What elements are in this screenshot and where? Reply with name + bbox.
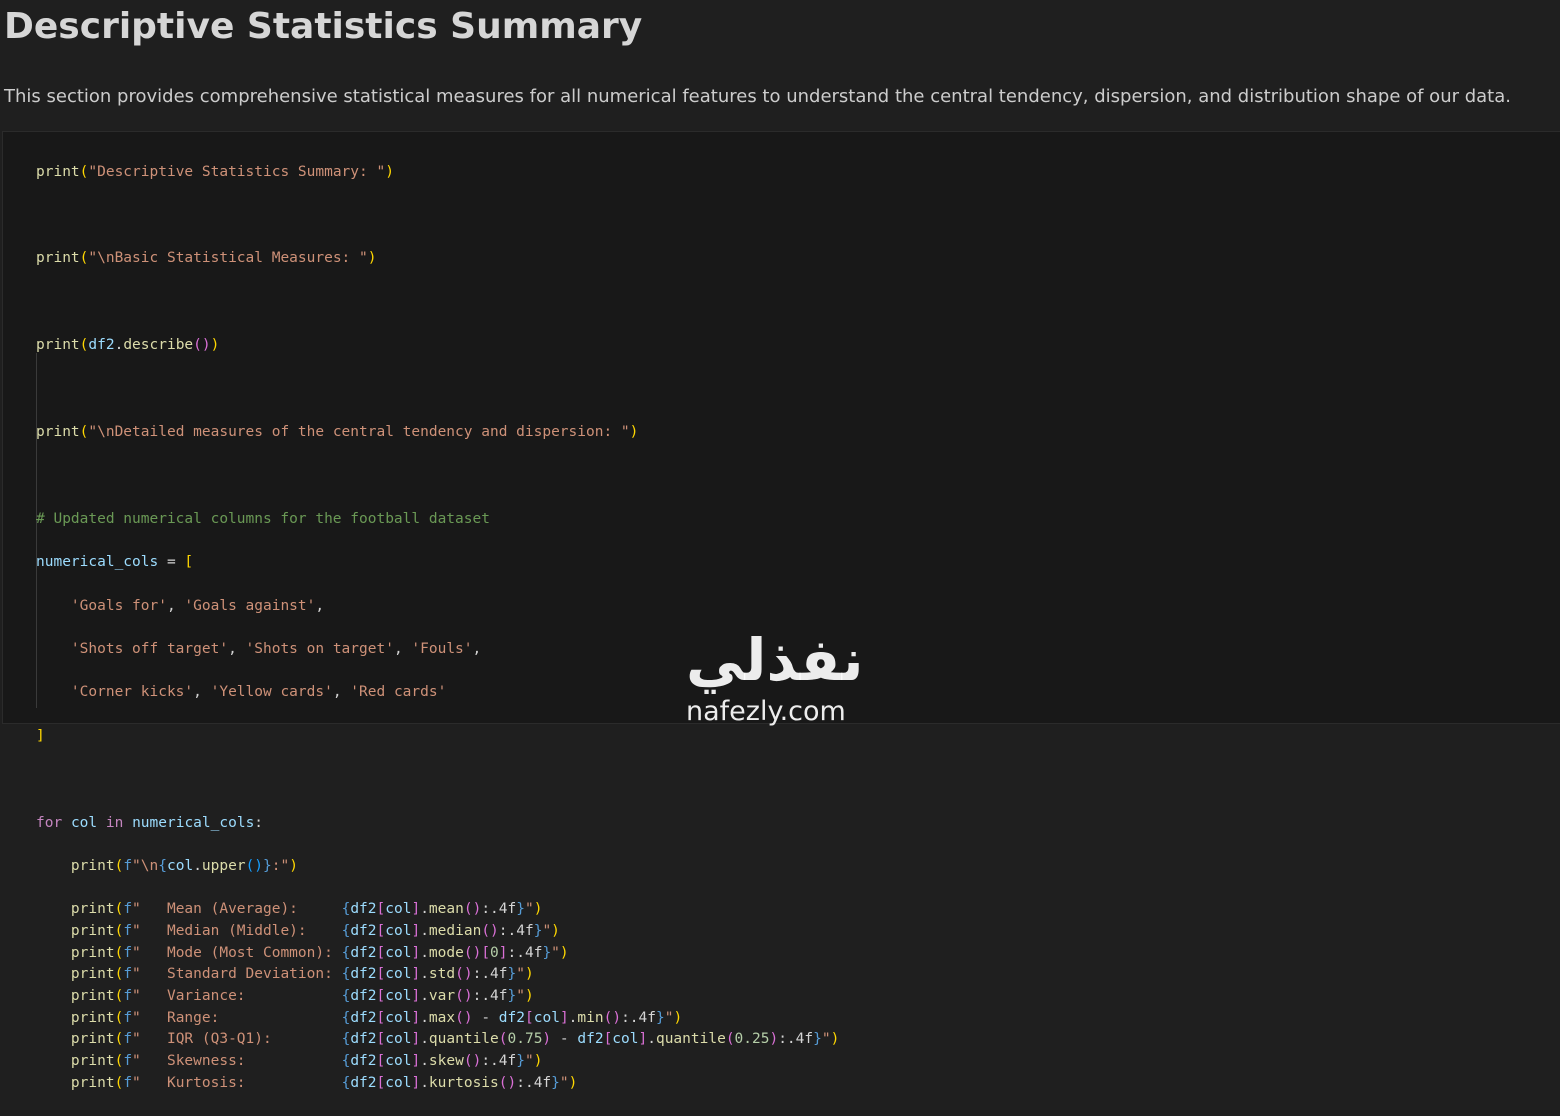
code-line: print(f" Standard Deviation: {df2[col].s… [70,966,534,983]
code-line: print(f" Range: {df2[col].max() - df2[co… [70,1009,683,1026]
code-line: print(f" Kurtosis: {df2[col].kurtosis():… [70,1074,578,1091]
code-line: ] [36,727,45,744]
code-line: print(f" Variance: {df2[col].var():.4f}"… [70,988,534,1005]
watermark-domain: nafezly.com [686,696,846,727]
code-line: numerical_cols = [ [36,554,194,571]
code-line: print(df2.describe()) [36,337,220,354]
code-line: print(f" IQR (Q3-Q1): {df2[col].quantile… [70,1031,840,1048]
code-line: print(f" Mode (Most Common): {df2[col].m… [70,944,569,961]
code-comment: # Updated numerical columns for the foot… [36,510,490,527]
code-line: for col in numerical_cols: [36,814,264,831]
code-line: print("Descriptive Statistics Summary: "… [36,163,394,180]
code-line: print("\nBasic Statistical Measures: ") [36,250,377,267]
code-line: print(f" Skewness: {df2[col].skew():.4f}… [70,1053,543,1070]
watermark-arabic-logo: نفذلي [686,626,864,694]
page-title: Descriptive Statistics Summary [4,6,643,47]
code-line: 'Goals for', 'Goals against', [70,597,325,614]
code-line: print(f"\n{col.upper()}:") [70,857,298,874]
section-description: This section provides comprehensive stat… [4,86,1511,107]
code-line: print("\nDetailed measures of the centra… [36,424,639,441]
code-line: print(f" Median (Middle): {df2[col].medi… [70,923,560,940]
nafezly-watermark: نفذلي nafezly.com [686,630,863,728]
code-line: print(f" Mean (Average): {df2[col].mean(… [70,901,543,918]
